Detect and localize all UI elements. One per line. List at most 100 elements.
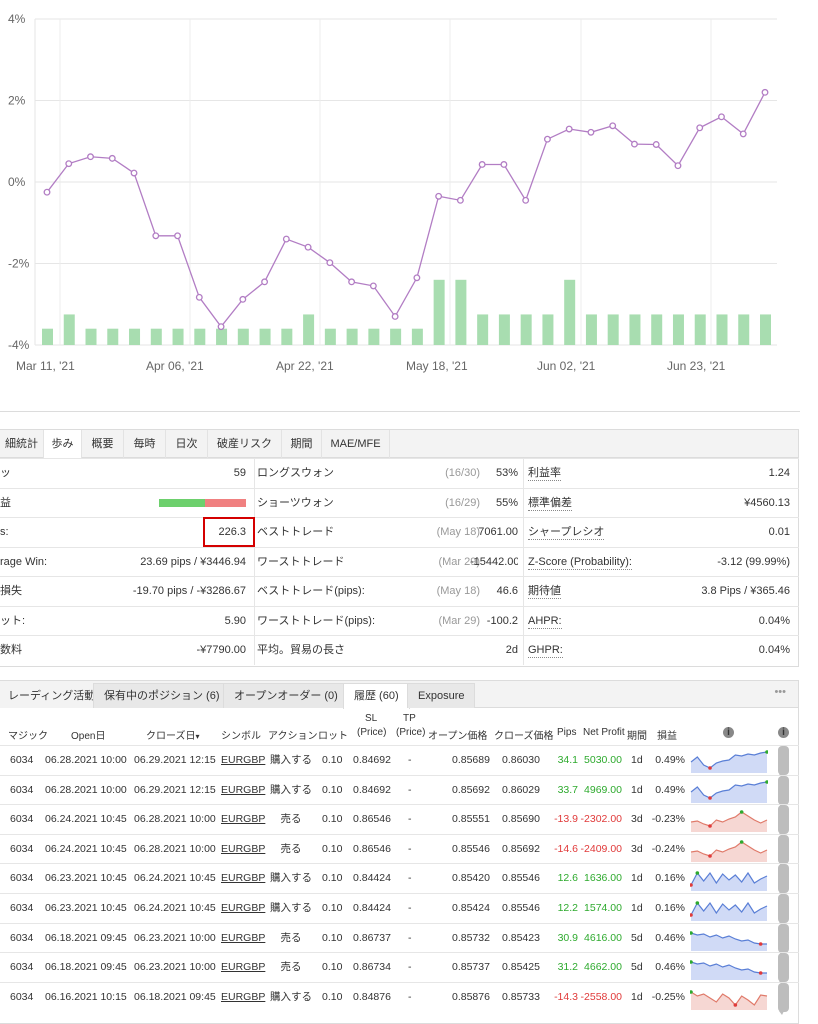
tab-detail-stats[interactable]: 細統計 — [0, 430, 44, 458]
x-tick-label: Apr 06, '21 — [146, 359, 204, 373]
table-row[interactable]: 6034 06.18.2021 09:45 06.23.2021 10:00 EURG… — [0, 922, 799, 956]
cell-lot: 0.10 — [322, 961, 343, 974]
cell-symbol-link[interactable]: EURGBP — [221, 746, 265, 775]
col-magic[interactable]: マジック — [8, 727, 48, 742]
chart-bar — [390, 328, 402, 345]
tab-summary[interactable]: 概要 — [82, 430, 124, 458]
cell-symbol-link[interactable]: EURGBP — [221, 953, 265, 982]
comment-icon[interactable] — [778, 805, 789, 838]
cell-symbol-link[interactable]: EURGBP — [221, 835, 265, 864]
col-close-price[interactable]: クローズ価格 — [494, 727, 554, 742]
tab-mae-mfe[interactable]: MAE/MFE — [322, 430, 390, 458]
col-open-price[interactable]: オープン価格 — [428, 727, 487, 742]
cell-symbol-link[interactable]: EURGBP — [221, 983, 265, 1012]
col-net-profit[interactable]: Net Profit — [583, 727, 625, 738]
cell-net-profit: 4616.00 — [584, 931, 622, 944]
col-action[interactable]: アクション — [268, 727, 318, 742]
sparkline-chart[interactable] — [690, 956, 768, 981]
table-row[interactable]: 6034 06.28.2021 10:00 06.29.2021 12:15 EURG… — [0, 745, 799, 778]
cell-magic: 6034 — [10, 872, 34, 885]
stat-row: rage Win: 23.69 pips / ¥3446.94 ワーストトレード (M… — [0, 546, 799, 577]
tab-exposure[interactable]: Exposure — [407, 683, 476, 708]
col-tp[interactable]: TP — [403, 713, 416, 724]
growth-point — [217, 323, 225, 331]
cell-lot: 0.10 — [322, 931, 343, 944]
col-lot[interactable]: ロット — [318, 727, 348, 742]
stat-middle-value: -100.2 — [486, 614, 518, 627]
col-pips[interactable]: Pips — [557, 727, 576, 738]
table-row[interactable]: 6034 06.23.2021 10:45 06.24.2021 10:45 EURG… — [0, 893, 799, 926]
tab-open-orders[interactable]: オープンオーダー (0) — [223, 683, 349, 708]
stat-middle-detail — [380, 636, 480, 665]
comment-icon[interactable] — [778, 894, 789, 926]
cell-magic: 6034 — [10, 990, 34, 1003]
col-close-date[interactable]: クローズ日▾ — [146, 727, 200, 742]
x-tick-label: Jun 02, '21 — [537, 359, 596, 373]
table-row[interactable]: 6034 06.28.2021 10:00 06.29.2021 12:15 EURG… — [0, 774, 799, 808]
tab-duration[interactable]: 期間 — [282, 430, 322, 458]
comment-icon[interactable] — [778, 834, 789, 867]
tab-daily[interactable]: 日次 — [166, 430, 208, 458]
cell-symbol-link[interactable]: EURGBP — [221, 864, 265, 893]
cell-tp: - — [408, 872, 412, 885]
y-tick-label: -2% — [8, 257, 30, 271]
col-open-date[interactable]: Open日 — [71, 727, 105, 742]
cell-close-price: 0.85423 — [502, 931, 540, 944]
table-row[interactable]: 6034 06.18.2021 09:45 06.23.2021 10:00 EURG… — [0, 952, 799, 986]
cell-lot: 0.10 — [322, 902, 343, 914]
sparkline-chart[interactable] — [690, 779, 768, 803]
growth-point — [522, 196, 530, 204]
stat-left-value: 23.69 pips / ¥3446.94 — [140, 555, 246, 568]
growth-point — [195, 293, 203, 301]
info-icon-2[interactable]: i — [778, 727, 789, 738]
tab-risk-of-ruin[interactable]: 破産リスク — [208, 430, 282, 458]
history-tabs: レーディング活動 保有中のポジション (6) オープンオーダー (0) 履歴 (… — [0, 681, 798, 709]
sparkline-marker — [708, 766, 712, 770]
comment-icon[interactable] — [778, 864, 789, 897]
table-row[interactable]: 6034 06.23.2021 10:45 06.24.2021 10:45 EURG… — [0, 863, 799, 897]
comment-icon[interactable] — [778, 746, 789, 778]
cell-symbol-link[interactable]: EURGBP — [221, 894, 265, 923]
sparkline-chart[interactable] — [690, 927, 768, 951]
tab-open-positions[interactable]: 保有中のポジション (6) — [93, 683, 231, 708]
growth-point — [65, 160, 73, 168]
stat-left-value: -¥7790.00 — [196, 644, 246, 656]
comment-icon[interactable] — [778, 923, 789, 956]
cell-pips: 12.6 — [557, 872, 578, 885]
col-period[interactable]: 期間 — [627, 727, 647, 742]
chart-bar — [651, 314, 663, 345]
cell-open-date: 06.24.2021 10:45 — [45, 813, 127, 826]
cell-close-date: 06.28.2021 10:00 — [134, 842, 216, 855]
sparkline-chart[interactable] — [690, 986, 768, 1010]
stat-right-label-text: シャープレシオ — [528, 526, 605, 540]
table-row[interactable]: 6034 06.16.2021 10:15 06.18.2021 09:45 EURG… — [0, 981, 799, 1015]
col-sl[interactable]: SL — [365, 713, 377, 724]
sparkline-chart[interactable] — [690, 749, 768, 773]
growth-point — [261, 278, 269, 286]
sort-arrow-icon: ▾ — [195, 732, 200, 741]
sparkline-chart[interactable] — [690, 897, 768, 921]
cell-open-date: 06.28.2021 10:00 — [45, 783, 127, 796]
tab-trading-activity[interactable]: レーディング活動 — [0, 683, 107, 708]
y-tick-label: -4% — [8, 338, 30, 352]
col-symbol[interactable]: シンボル — [221, 727, 261, 742]
cell-open-price: 0.85692 — [452, 783, 490, 796]
comment-icon[interactable] — [778, 775, 789, 808]
sparkline-chart[interactable] — [690, 808, 768, 833]
tab-hourly[interactable]: 毎時 — [124, 430, 166, 458]
comment-icon[interactable] — [778, 982, 789, 1015]
cell-symbol-link[interactable]: EURGBP — [221, 776, 265, 805]
table-row[interactable]: 6034 06.24.2021 10:45 06.28.2021 10:00 EURG… — [0, 804, 799, 838]
tab-history[interactable]: 履歴 (60) — [343, 683, 410, 709]
table-row[interactable]: 6034 06.24.2021 10:45 06.28.2021 10:00 EURG… — [0, 833, 799, 867]
sparkline-chart[interactable] — [690, 867, 768, 892]
info-icon[interactable]: i — [723, 727, 734, 738]
tab-progress[interactable]: 歩み — [44, 430, 82, 459]
comment-icon[interactable] — [778, 953, 789, 986]
cell-symbol-link[interactable]: EURGBP — [221, 924, 265, 953]
chart-bar — [324, 328, 336, 345]
more-options-button[interactable]: ••• — [774, 686, 786, 698]
cell-symbol-link[interactable]: EURGBP — [221, 805, 265, 834]
sparkline-chart[interactable] — [690, 838, 768, 862]
col-profit-loss[interactable]: 損益 — [657, 727, 677, 742]
